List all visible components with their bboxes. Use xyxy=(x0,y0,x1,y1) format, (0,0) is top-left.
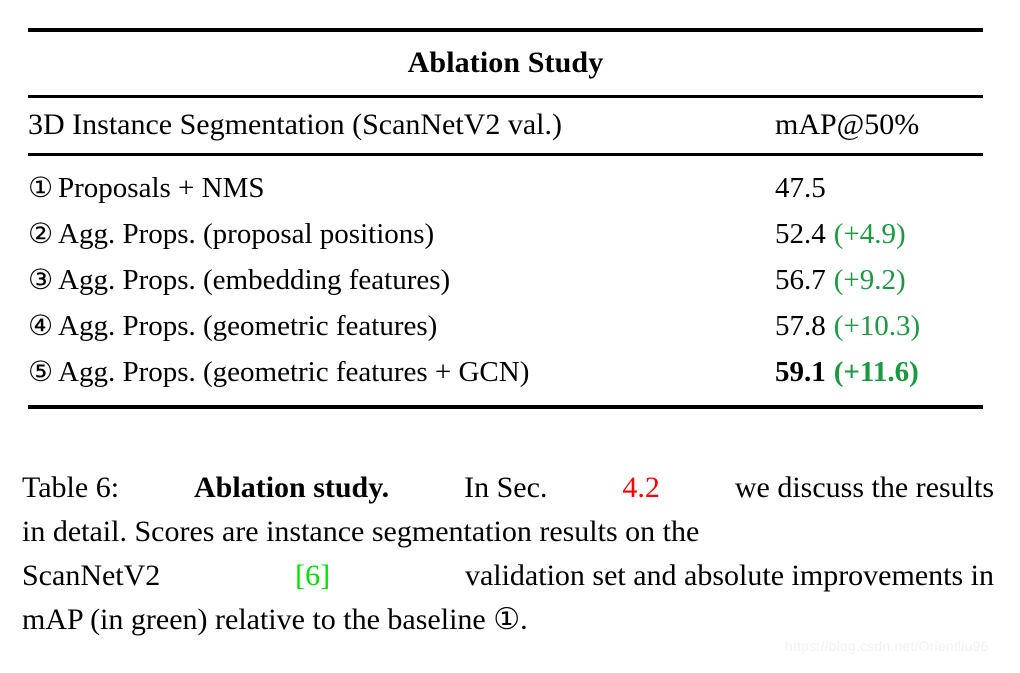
row-value: 47.5 xyxy=(775,165,983,211)
table-title: Ablation Study xyxy=(407,46,604,79)
row-score: 47.5 xyxy=(775,172,826,204)
ablation-table: Ablation Study 3D Instance Segmentation … xyxy=(28,28,983,409)
row-marker-icon: ④ xyxy=(28,311,54,342)
table-header-row: 3D Instance Segmentation (ScanNetV2 val.… xyxy=(28,98,983,153)
row-label: Proposals + NMS xyxy=(58,172,265,204)
row-description: ① Proposals + NMS xyxy=(28,165,775,212)
row-description: ④ Agg. Props. (geometric features) xyxy=(28,303,775,350)
table-row: ① Proposals + NMS 47.5 xyxy=(28,165,983,211)
row-marker-icon: ② xyxy=(28,219,54,250)
row-delta: (+11.6) xyxy=(833,356,919,388)
row-label: Agg. Props. (proposal positions) xyxy=(58,218,435,250)
caption-table-label: Table 6: xyxy=(22,471,120,504)
watermark: https://blog.csdn.net/Orientliu96 xyxy=(785,638,989,654)
caption-bold-lead: Ablation study. xyxy=(194,471,390,504)
caption-line-2: in detail. Scores are instance segmentat… xyxy=(22,510,994,554)
row-delta: (+10.3) xyxy=(833,310,921,342)
caption-line-1: Table 6: Ablation study. In Sec. 4.2 we disc… xyxy=(22,466,994,510)
caption-text-b: we discuss the results xyxy=(734,471,994,504)
table-row: ⑤ Agg. Props. (geometric features + GCN) … xyxy=(28,349,983,395)
row-delta: (+9.2) xyxy=(833,264,906,296)
row-value: 56.7 (+9.2) xyxy=(775,257,983,303)
table-row: ② Agg. Props. (proposal positions) 52.4 (+… xyxy=(28,211,983,257)
row-score: 57.8 xyxy=(775,310,826,342)
row-label: Agg. Props. (embedding features) xyxy=(58,264,451,296)
column-header-description: 3D Instance Segmentation (ScanNetV2 val.… xyxy=(28,108,563,141)
table-row: ④ Agg. Props. (geometric features) 57.8 (+… xyxy=(28,303,983,349)
row-description: ⑤ Agg. Props. (geometric features + GCN) xyxy=(28,349,775,396)
caption-text-line4: mAP (in green) relative to the baseline … xyxy=(22,603,528,636)
caption-text-a: In Sec. xyxy=(464,471,548,504)
caption-text-d: validation set and absolute improvements… xyxy=(464,559,994,592)
section-reference-link[interactable]: 4.2 xyxy=(622,466,660,510)
caption-text-c: ScanNetV2 xyxy=(22,559,161,592)
table-body: ① Proposals + NMS 47.5 ② Agg. Props. (prop… xyxy=(28,156,983,405)
row-description: ② Agg. Props. (proposal positions) xyxy=(28,211,775,258)
row-label: Agg. Props. (geometric features + GCN) xyxy=(58,356,530,388)
caption-line-3: ScanNetV2 [6] validation set and absolute … xyxy=(22,554,994,598)
row-score: 59.1 xyxy=(775,356,826,388)
row-label: Agg. Props. (geometric features) xyxy=(58,310,438,342)
table-caption: Table 6: Ablation study. In Sec. 4.2 we disc… xyxy=(22,466,994,642)
row-value: 57.8 (+10.3) xyxy=(775,303,983,349)
table-row: ③ Agg. Props. (embedding features) 56.7 (+… xyxy=(28,257,983,303)
caption-line-4: mAP (in green) relative to the baseline … xyxy=(22,598,994,642)
row-value: 59.1 (+11.6) xyxy=(775,349,983,395)
table-rule-bottom xyxy=(28,405,983,409)
row-marker-icon: ① xyxy=(28,173,54,204)
caption-text-line2: in detail. Scores are instance segmentat… xyxy=(22,515,700,548)
row-delta: (+4.9) xyxy=(833,218,906,250)
citation-reference-link[interactable]: [6] xyxy=(295,554,330,598)
row-description: ③ Agg. Props. (embedding features) xyxy=(28,257,775,304)
row-score: 56.7 xyxy=(775,264,826,296)
row-score: 52.4 xyxy=(775,218,826,250)
row-marker-icon: ③ xyxy=(28,265,54,296)
row-marker-icon: ⑤ xyxy=(28,357,54,388)
column-header-metric: mAP@50% xyxy=(775,108,920,141)
row-value: 52.4 (+4.9) xyxy=(775,211,983,257)
